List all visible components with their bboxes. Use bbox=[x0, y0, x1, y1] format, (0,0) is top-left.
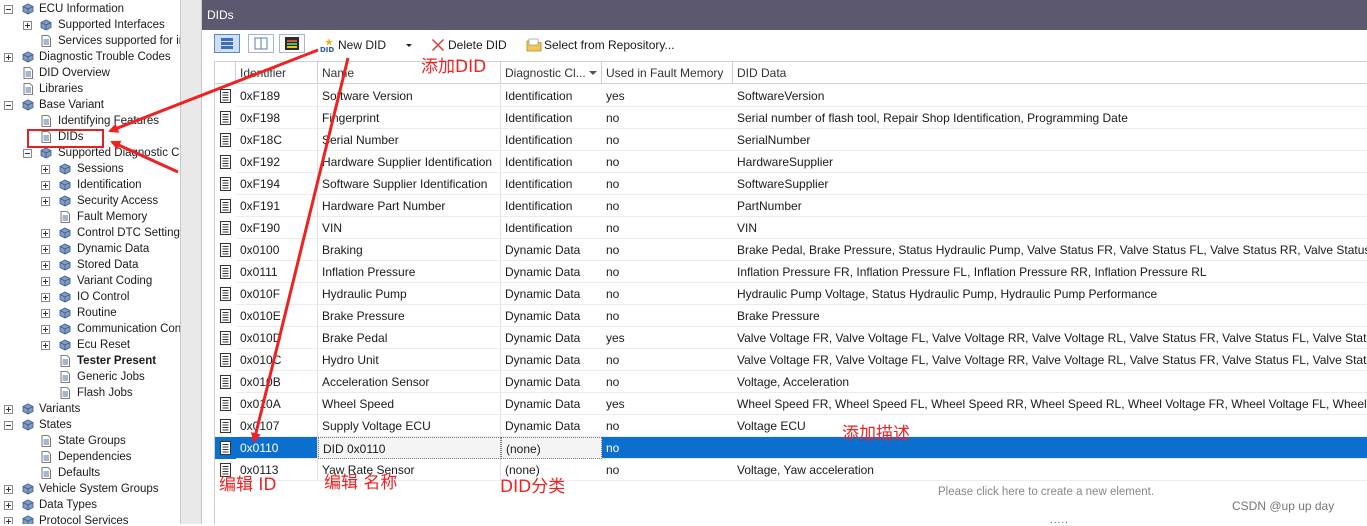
arrow-to-new-row bbox=[251, 57, 350, 443]
watermark: CSDN @up up day bbox=[1232, 499, 1335, 513]
resize-grip[interactable]: ..... bbox=[1050, 515, 1069, 526]
annotation-add-description: 添加描述 bbox=[842, 424, 910, 444]
annotation-add-did: 添加DID bbox=[421, 57, 487, 77]
annotation-did-category: DID分类 bbox=[500, 477, 566, 497]
annotation-edit-id: 编辑 ID bbox=[219, 475, 277, 495]
annotation-edit-name: 编辑 名称 bbox=[324, 473, 398, 493]
annotation-arrows bbox=[108, 48, 350, 443]
arrow-from-dids-to-tree bbox=[110, 140, 179, 174]
arrow-to-dids bbox=[108, 48, 319, 133]
